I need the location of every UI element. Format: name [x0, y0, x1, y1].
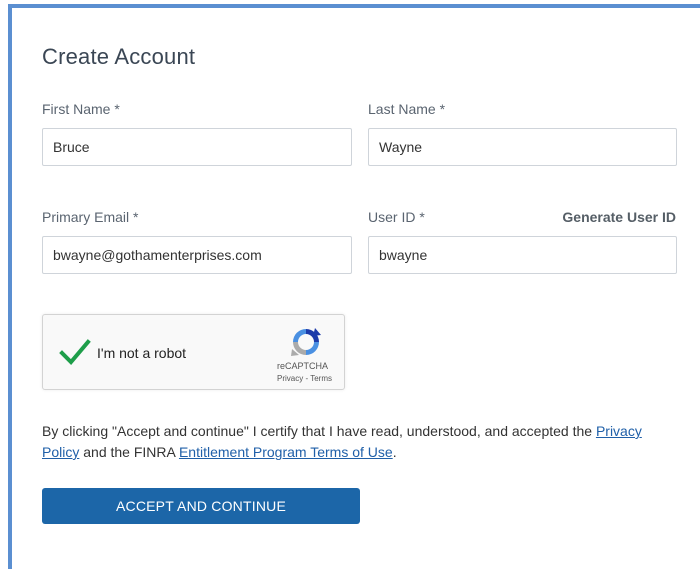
recaptcha-terms-link[interactable]: Terms	[310, 374, 332, 383]
recaptcha-links: Privacy - Terms	[277, 374, 332, 383]
page-frame	[8, 4, 700, 569]
terms-of-use-link[interactable]: Entitlement Program Terms of Use	[179, 444, 393, 460]
email-label: Primary Email *	[42, 209, 139, 225]
generate-user-id-link[interactable]: Generate User ID	[562, 209, 676, 225]
legal-text-before: By clicking "Accept and continue" I cert…	[42, 423, 596, 439]
user-id-field[interactable]: bwayne	[368, 236, 677, 274]
last-name-label: Last Name *	[368, 101, 446, 117]
recaptcha-widget: I'm not a robot reCAPTCHA Privacy - Term…	[42, 314, 345, 390]
user-id-label: User ID *	[368, 209, 425, 225]
first-name-label: First Name *	[42, 101, 120, 117]
legal-text-after: .	[392, 444, 397, 460]
recaptcha-brand: reCAPTCHA	[277, 361, 329, 371]
recaptcha-privacy-link[interactable]: Privacy	[277, 374, 303, 383]
checkmark-icon[interactable]	[59, 337, 91, 367]
page-title: Create Account	[42, 44, 196, 69]
legal-statement: By clicking "Accept and continue" I cert…	[42, 421, 662, 463]
accept-and-continue-button[interactable]: ACCEPT AND CONTINUE	[42, 488, 360, 524]
captcha-label: I'm not a robot	[97, 345, 187, 361]
last-name-field[interactable]: Wayne	[368, 128, 677, 166]
email-field[interactable]: bwayne@gothamenterprises.com	[42, 236, 352, 274]
first-name-field[interactable]: Bruce	[42, 128, 352, 166]
recaptcha-logo-icon	[289, 325, 323, 359]
legal-text-middle: and the FINRA	[79, 444, 179, 460]
